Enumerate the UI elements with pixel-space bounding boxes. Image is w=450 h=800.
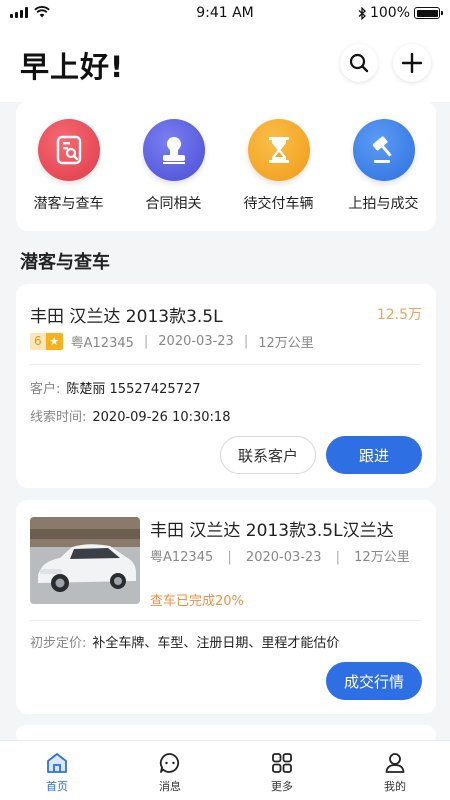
- quick-item-customer-check[interactable]: 潜客与查车: [16, 119, 121, 213]
- meta-separator: |: [227, 550, 232, 565]
- car-photo: [30, 517, 140, 604]
- home-icon: [17, 749, 97, 777]
- message-icon: [130, 749, 210, 777]
- tab-bar: 首页 消息 更多 我的: [0, 740, 450, 800]
- add-button[interactable]: [393, 44, 431, 82]
- star-icon: ★: [45, 333, 63, 350]
- auction-hammer-icon: [352, 119, 415, 181]
- follow-up-button[interactable]: 跟进: [326, 436, 422, 474]
- quick-label: 待交付车辆: [243, 196, 314, 212]
- market-price-button[interactable]: 成交行情: [326, 662, 422, 700]
- car-title: 丰田 汉兰达 2013款3.5L: [30, 307, 223, 327]
- estimate-row: 初步定价: 补全车牌、车型、注册日期、里程才能估价: [30, 632, 339, 651]
- header: 早上好!: [0, 26, 450, 102]
- profile-icon: [355, 749, 435, 777]
- car-price: 12.5万: [376, 307, 422, 323]
- customer-value: 陈楚丽 15527425727: [66, 382, 201, 397]
- quick-menu-card: 潜客与查车 合同相关 待交付车辆 上拍与成交: [16, 101, 436, 231]
- tab-label: 更多: [271, 780, 293, 793]
- car-meta: 6 ★ 粤A12345 | 2020-03-23 | 12万公里: [30, 332, 314, 351]
- car-date: 2020-03-23: [245, 550, 322, 565]
- plus-icon: [402, 53, 422, 73]
- quick-label: 潜客与查车: [33, 196, 104, 212]
- lead-time-label: 线索时间:: [30, 410, 87, 425]
- tab-label: 我的: [384, 780, 406, 793]
- rating-badge: 6 ★: [30, 333, 63, 350]
- bluetooth-icon: [358, 6, 366, 20]
- status-right: 100%: [358, 5, 443, 21]
- customer-check-icon: [37, 119, 100, 181]
- quick-item-pending-delivery[interactable]: 待交付车辆: [226, 119, 331, 213]
- car-mileage: 12万公里: [354, 550, 410, 565]
- tab-home[interactable]: 首页: [17, 749, 97, 794]
- grid-icon: [242, 749, 322, 777]
- status-bar: 9:41 AM 100%: [0, 0, 450, 26]
- section-title: 潜客与查车: [20, 252, 110, 273]
- tab-more[interactable]: 更多: [242, 749, 322, 794]
- search-button[interactable]: [340, 44, 378, 82]
- contract-stamp-icon: [142, 119, 205, 181]
- car-title: 丰田 汉兰达 2013款3.5L汉兰达: [150, 521, 394, 541]
- quick-item-contract[interactable]: 合同相关: [121, 119, 226, 213]
- car-meta: 粤A12345 | 2020-03-23 | 12万公里: [150, 546, 410, 565]
- battery-percent: 100%: [369, 5, 410, 21]
- greeting-title: 早上好!: [20, 50, 125, 84]
- estimate-value: 补全车牌、车型、注册日期、里程才能估价: [92, 636, 340, 651]
- lead-time-value: 2020-09-26 10:30:18: [92, 410, 231, 425]
- contact-customer-button[interactable]: 联系客户: [220, 436, 316, 474]
- car-plate: 粤A12345: [150, 550, 214, 565]
- quick-label: 上拍与成交: [348, 196, 419, 212]
- customer-row: 客户: 陈楚丽 15527425727: [30, 378, 201, 397]
- estimate-label: 初步定价:: [30, 636, 87, 651]
- inspection-status: 查车已完成20%: [150, 594, 244, 609]
- meta-separator: |: [243, 334, 249, 349]
- meta-separator: |: [143, 334, 149, 349]
- car-mileage: 12万公里: [258, 336, 314, 351]
- lead-card[interactable]: 丰田 汉兰达 2013款3.5L 12.5万 6 ★ 粤A12345 | 202…: [16, 284, 436, 488]
- battery-icon: [414, 7, 443, 19]
- hourglass-icon: [247, 119, 310, 181]
- car-plate: 粤A12345: [70, 336, 134, 351]
- lead-time-row: 线索时间: 2020-09-26 10:30:18: [30, 406, 230, 425]
- tab-label: 消息: [159, 780, 181, 793]
- inspection-card[interactable]: 丰田 汉兰达 2013款3.5L汉兰达 粤A12345 | 2020-03-23…: [16, 500, 436, 714]
- car-date: 2020-03-23: [158, 334, 234, 349]
- quick-label: 合同相关: [145, 196, 202, 212]
- customer-label: 客户:: [30, 382, 61, 397]
- divider: [30, 364, 422, 365]
- meta-separator: |: [335, 550, 341, 565]
- tab-label: 首页: [46, 780, 68, 793]
- quick-item-auction[interactable]: 上拍与成交: [331, 119, 436, 213]
- search-icon: [349, 53, 369, 73]
- tab-messages[interactable]: 消息: [130, 749, 210, 794]
- divider: [30, 620, 422, 621]
- tab-profile[interactable]: 我的: [355, 749, 435, 794]
